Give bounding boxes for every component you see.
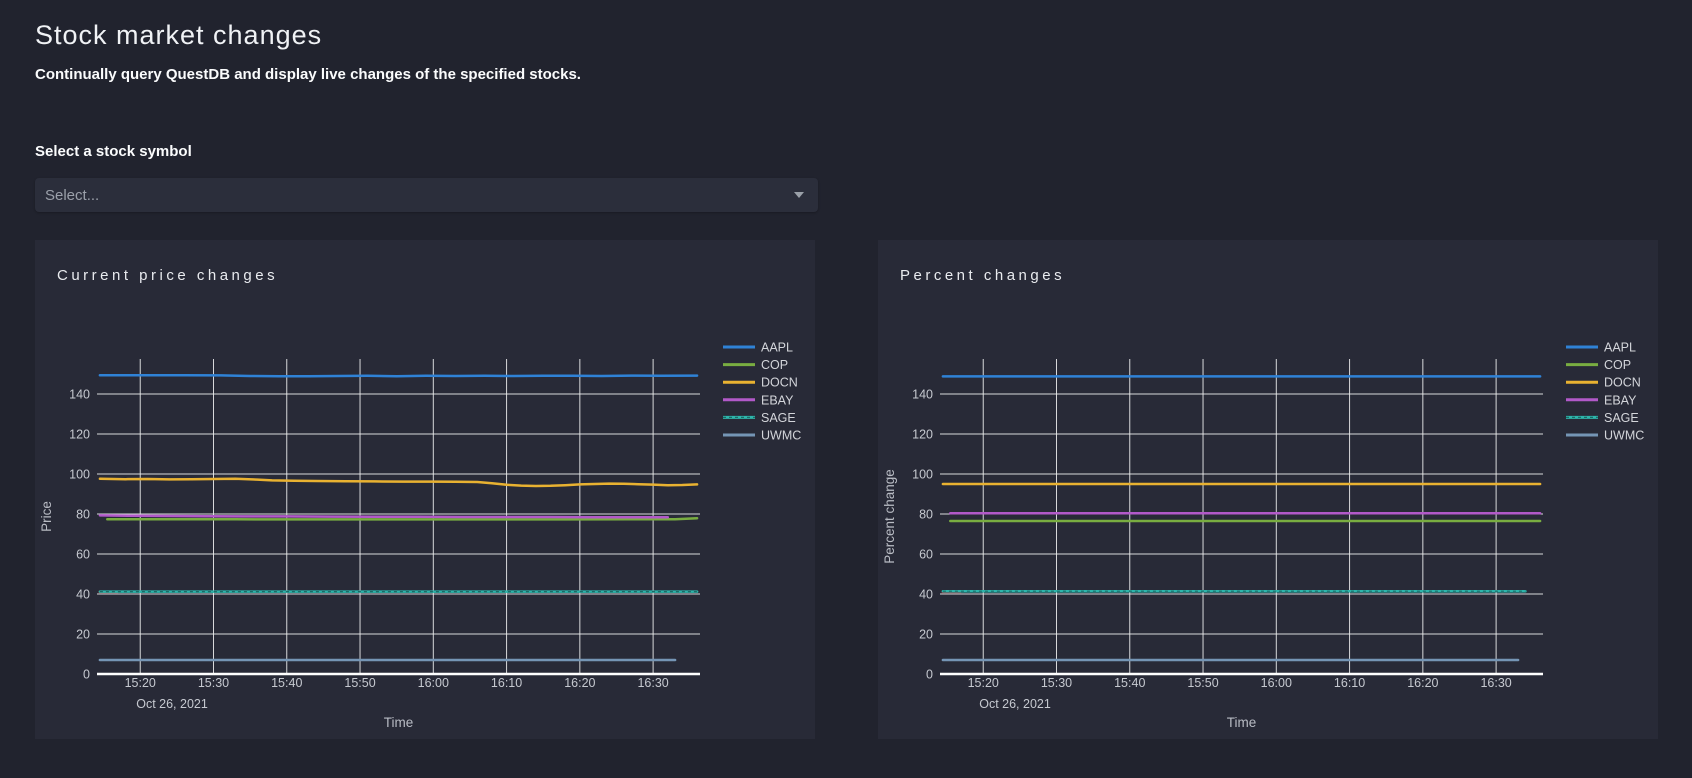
legend-label-UWMC: UWMC: [761, 429, 801, 443]
page-subtitle: Continually query QuestDB and display li…: [35, 66, 1658, 83]
page-title: Stock market changes: [35, 20, 1658, 51]
chart-panels-row: Current price changes 020406080100120140…: [35, 240, 1658, 739]
y-tick-label: 80: [76, 508, 90, 522]
x-tick-label: 15:30: [198, 676, 229, 690]
legend-item-EBAY[interactable]: EBAY: [1566, 393, 1637, 407]
caret-down-icon: [794, 192, 804, 198]
legend-label-SAGE: SAGE: [761, 411, 796, 425]
x-axis-title: Time: [1227, 715, 1257, 730]
x-tick-label: 15:20: [968, 676, 999, 690]
x-tick-label: 15:30: [1041, 676, 1072, 690]
legend-label-SAGE: SAGE: [1604, 411, 1639, 425]
stock-select[interactable]: Select...: [35, 178, 818, 212]
legend-item-DOCN[interactable]: DOCN: [1566, 376, 1641, 390]
legend-item-COP[interactable]: COP: [723, 358, 788, 372]
y-axis-title: Price: [39, 501, 54, 532]
x-tick-label: 15:50: [344, 676, 375, 690]
date-annotation: Oct 26, 2021: [979, 697, 1051, 711]
date-annotation: Oct 26, 2021: [136, 697, 208, 711]
y-tick-label: 120: [69, 428, 90, 442]
series-line-EBAY: [100, 515, 668, 517]
legend-item-SAGE[interactable]: SAGE: [723, 411, 796, 425]
legend-item-AAPL[interactable]: AAPL: [723, 341, 793, 355]
y-tick-label: 140: [69, 388, 90, 402]
x-tick-label: 15:50: [1187, 676, 1218, 690]
x-tick-label: 15:40: [271, 676, 302, 690]
y-tick-label: 140: [912, 388, 933, 402]
y-tick-label: 20: [919, 628, 933, 642]
stock-select-placeholder: Select...: [45, 187, 794, 204]
series-line-AAPL: [100, 375, 697, 376]
x-tick-label: 16:20: [1407, 676, 1438, 690]
y-tick-label: 100: [69, 468, 90, 482]
y-tick-label: 60: [76, 548, 90, 562]
percent-chart[interactable]: 0 20 40 60 80 100 120 140 15:20 15:30 15:40 15:50 16…: [878, 240, 1658, 739]
legend-label-EBAY: EBAY: [1604, 393, 1637, 407]
x-tick-label: 16:30: [637, 676, 668, 690]
legend-item-SAGE[interactable]: SAGE: [1566, 411, 1639, 425]
page-content: Stock market changes Continually query Q…: [0, 20, 1692, 739]
x-tick-label: 16:10: [1334, 676, 1365, 690]
series-line-DOCN: [100, 479, 697, 486]
y-tick-label: 120: [912, 428, 933, 442]
legend-label-DOCN: DOCN: [761, 376, 798, 390]
x-tick-label: 16:00: [1261, 676, 1292, 690]
legend-label-UWMC: UWMC: [1604, 429, 1644, 443]
y-tick-label: 60: [919, 548, 933, 562]
legend-label-DOCN: DOCN: [1604, 376, 1641, 390]
x-tick-label: 15:20: [125, 676, 156, 690]
legend-item-EBAY[interactable]: EBAY: [723, 393, 794, 407]
stock-select-label: Select a stock symbol: [35, 143, 1658, 160]
price-chart-panel: Current price changes 020406080100120140…: [35, 240, 815, 739]
legend-label-AAPL: AAPL: [761, 341, 793, 355]
y-tick-label: 40: [919, 588, 933, 602]
x-tick-label: 16:10: [491, 676, 522, 690]
percent-chart-panel: Percent changes 02040608010012014015:201…: [878, 240, 1658, 739]
legend-item-UWMC[interactable]: UWMC: [723, 429, 801, 443]
legend-label-COP: COP: [1604, 358, 1631, 372]
legend-label-COP: COP: [761, 358, 788, 372]
legend-item-UWMC[interactable]: UWMC: [1566, 429, 1644, 443]
x-axis-title: Time: [384, 715, 414, 730]
x-tick-label: 16:00: [418, 676, 449, 690]
legend-label-EBAY: EBAY: [761, 393, 794, 407]
y-tick-label: 0: [926, 668, 933, 682]
y-tick-label: 40: [76, 588, 90, 602]
x-tick-label: 15:40: [1114, 676, 1145, 690]
price-chart[interactable]: 0 20 40 60 80 100 120 140 15:20 15:30 15:40 15:50 16…: [35, 240, 815, 739]
x-tick-label: 16:30: [1480, 676, 1511, 690]
legend-item-AAPL[interactable]: AAPL: [1566, 341, 1636, 355]
plot-grid: [940, 359, 1543, 674]
y-tick-label: 80: [919, 508, 933, 522]
y-axis-title: Percent change: [882, 469, 897, 564]
legend-item-DOCN[interactable]: DOCN: [723, 376, 798, 390]
y-tick-label: 20: [76, 628, 90, 642]
x-tick-label: 16:20: [564, 676, 595, 690]
legend-label-AAPL: AAPL: [1604, 341, 1636, 355]
y-tick-label: 100: [912, 468, 933, 482]
legend-item-COP[interactable]: COP: [1566, 358, 1631, 372]
y-tick-label: 0: [83, 668, 90, 682]
